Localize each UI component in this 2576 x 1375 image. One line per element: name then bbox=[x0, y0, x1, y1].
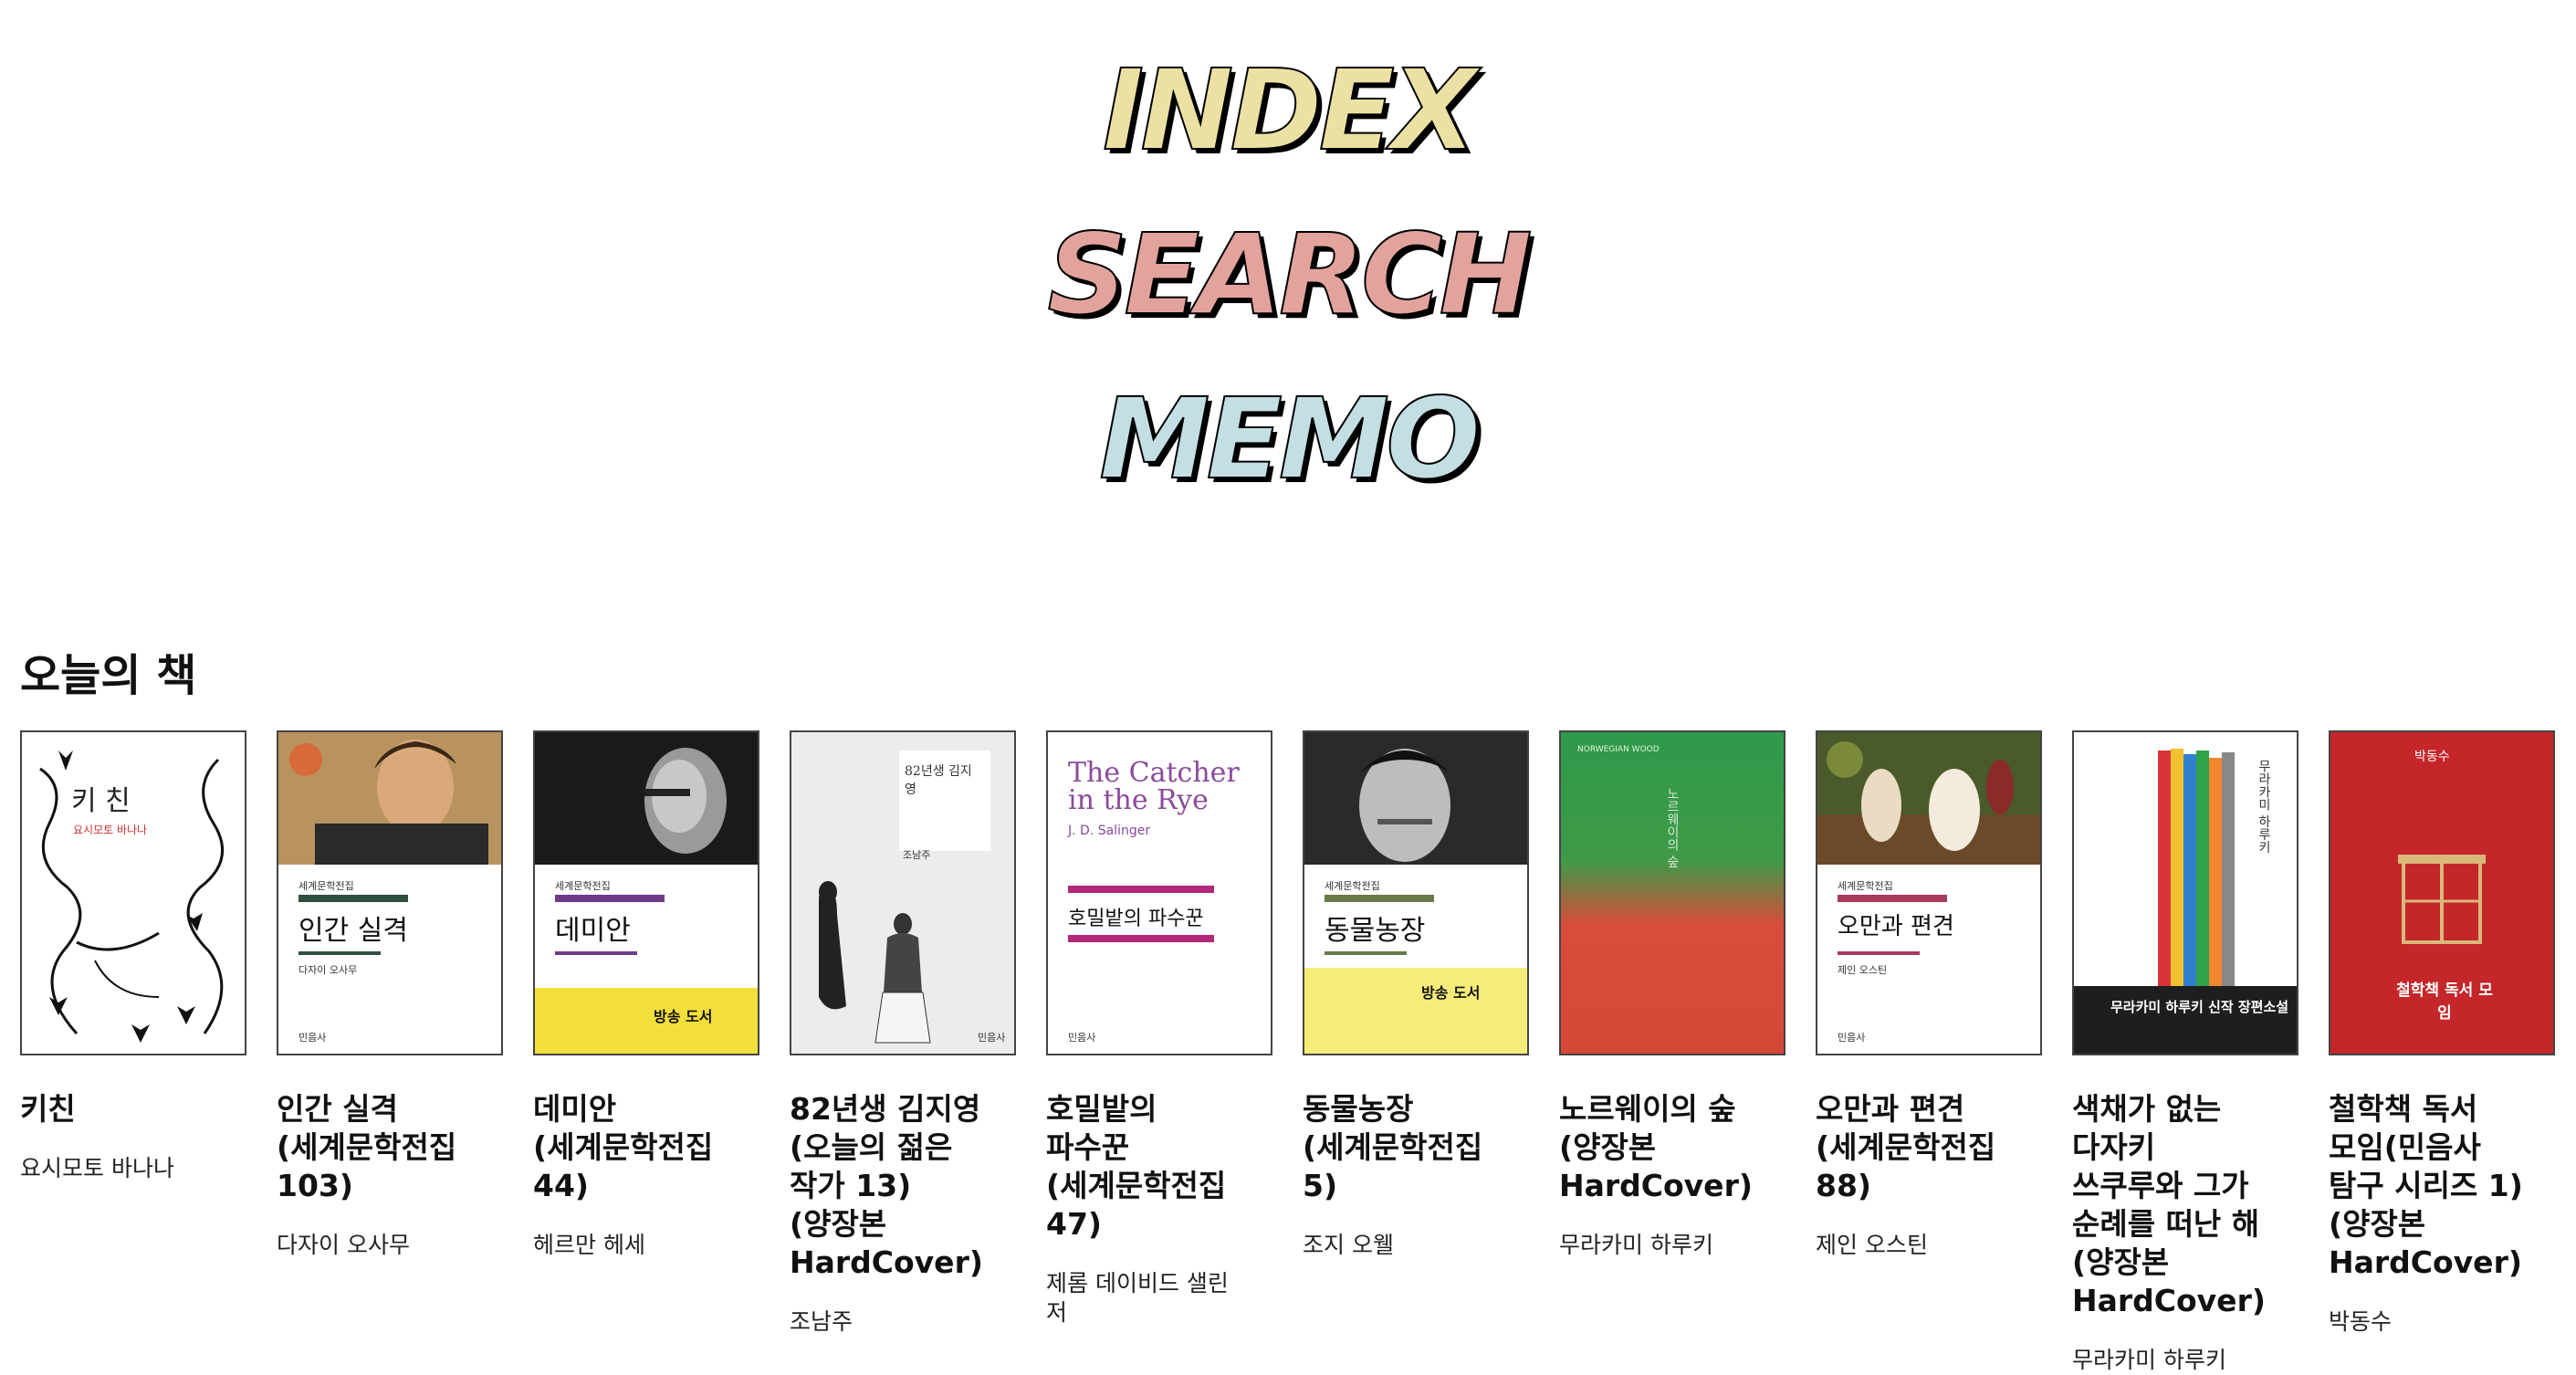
cover-stripe bbox=[1068, 935, 1214, 942]
broadcast-banner bbox=[1304, 968, 1527, 1054]
book-author: 요시모토 바나나 bbox=[20, 1155, 174, 1181]
book-cover[interactable]: NORWEGIAN WOOD 노르웨이의 숲 bbox=[1559, 730, 1785, 1055]
cover-title: The Catcher in the Rye bbox=[1068, 757, 1240, 816]
book-author: 제롬 데이비드 샐린저 bbox=[1046, 1270, 1229, 1326]
cover-stripe bbox=[1325, 951, 1407, 955]
cover-stripe bbox=[555, 951, 637, 955]
book-title[interactable]: 철학책 독서 모임(민음사 탐구 시리즈 1)(양장본 HardCover) bbox=[2329, 1090, 2529, 1282]
publisher-logo: 민음사 bbox=[298, 1032, 327, 1044]
book-card[interactable]: NORWEGIAN WOOD 노르웨이의 숲 노르웨이의 숲(양장본 HardC… bbox=[1559, 730, 1785, 1260]
painting-art bbox=[1817, 732, 2040, 865]
book-author: 무라카미 하루키 bbox=[1559, 1232, 1713, 1258]
cover-stripe bbox=[555, 895, 665, 902]
cover-subtitle: NORWEGIAN WOOD bbox=[1577, 745, 1660, 754]
book-author: 무라카미 하루키 bbox=[2072, 1347, 2226, 1373]
book-author: 조남주 bbox=[790, 1308, 853, 1335]
book-title[interactable]: 호밀밭의 파수꾼(세계문학전집 47) bbox=[1046, 1090, 1247, 1244]
cover-stripe bbox=[298, 895, 408, 902]
series-label: 세계문학전집 bbox=[1325, 880, 1380, 892]
book-cover[interactable]: 세계문학전집 데미안 방송 도서 bbox=[533, 730, 759, 1055]
book-title[interactable]: 인간 실격(세계문학전집 103) bbox=[277, 1090, 477, 1205]
cover-stripe bbox=[298, 951, 381, 955]
book-title[interactable]: 82년생 김지영(오늘의 젊은 작가 13)(양장본 HardCover) bbox=[790, 1090, 990, 1282]
portrait-art bbox=[278, 732, 501, 865]
cover-painting bbox=[278, 732, 501, 865]
cover-author-en: J. D. Salinger bbox=[1068, 824, 1151, 838]
book-cover[interactable]: The Catcher in the Rye J. D. Salinger 호밀… bbox=[1046, 730, 1272, 1055]
cover-stripe bbox=[1325, 895, 1434, 902]
cover-author: 무라카미 하루키 bbox=[2257, 760, 2271, 854]
cover-title: 오만과 편견 bbox=[1838, 913, 1954, 940]
series-label: 세계문학전집 bbox=[555, 880, 611, 892]
cover-stripe bbox=[1838, 895, 1947, 902]
book-author: 제인 오스틴 bbox=[1816, 1232, 1928, 1258]
nav-index-link[interactable]: INDEX bbox=[0, 54, 2576, 167]
book-author: 조지 오웰 bbox=[1303, 1232, 1394, 1258]
section-title: 오늘의 책 bbox=[20, 650, 197, 701]
cover-title: 인간 실격 bbox=[298, 915, 408, 947]
book-card[interactable]: 박동수 철학책 독서 모임 철학책 독서 모임(민음사 탐구 시리즈 1)(양장… bbox=[2329, 730, 2555, 1337]
banner-text: 방송 도서 bbox=[654, 1008, 713, 1025]
portrait-art bbox=[535, 732, 758, 865]
book-cover[interactable]: 세계문학전집 동물농장 방송 도서 bbox=[1303, 730, 1529, 1055]
nav-search-link[interactable]: SEARCH bbox=[0, 218, 2576, 331]
portrait-art bbox=[1304, 732, 1527, 865]
kitchen-cover-art bbox=[22, 732, 245, 1054]
cover-stripe bbox=[1838, 951, 1920, 955]
cover-title: 동물농장 bbox=[1325, 915, 1426, 947]
series-label: 세계문학전집 bbox=[298, 880, 354, 892]
cover-title: 노르웨이의 숲 bbox=[1665, 787, 1680, 868]
cover-title: 키 친 bbox=[71, 785, 131, 817]
book-card[interactable]: 키 친 요시모토 바나나 키친 요시모토 바나나 bbox=[20, 730, 246, 1183]
book-card[interactable]: 세계문학전집 인간 실격 다자이 오사무 민음사 인간 실격(세계문학전집 10… bbox=[277, 730, 503, 1260]
cover-subtitle: 호밀밭의 파수꾼 bbox=[1068, 908, 1204, 930]
nav-memo-link[interactable]: MEMO bbox=[0, 383, 2576, 496]
publisher-logo: 민음사 bbox=[1838, 1032, 1866, 1044]
book-card[interactable]: 82년생 김지영 조남주 민음사 82년생 김지영(오늘의 젊은 작가 13)(… bbox=[790, 730, 1016, 1337]
cover-author: 조남주 bbox=[903, 849, 931, 861]
cover-author: 제인 오스틴 bbox=[1838, 964, 1888, 976]
book-author: 다자이 오사무 bbox=[277, 1232, 410, 1258]
book-cover[interactable]: 박동수 철학책 독서 모임 bbox=[2329, 730, 2555, 1055]
cover-stripe bbox=[1068, 886, 1214, 893]
broadcast-banner bbox=[535, 988, 758, 1054]
book-title[interactable]: 색채가 없는 다자키 쓰쿠루와 그가 순례를 떠난 해(양장본 HardCove… bbox=[2072, 1090, 2273, 1320]
book-list: 키 친 요시모토 바나나 키친 요시모토 바나나 세계문학전집 인간 실격 다자… bbox=[20, 730, 2567, 1373]
book-title[interactable]: 오만과 편견(세계문학전집 88) bbox=[1816, 1090, 2016, 1205]
cover-title: 철학책 독서 모임 bbox=[2396, 981, 2493, 1023]
cover-author: 요시모토 바나나 bbox=[73, 824, 148, 836]
book-cover[interactable]: 82년생 김지영 조남주 민음사 bbox=[790, 730, 1016, 1055]
book-cover[interactable]: 세계문학전집 오만과 편견 제인 오스틴 민음사 bbox=[1816, 730, 2042, 1055]
book-title[interactable]: 노르웨이의 숲(양장본 HardCover) bbox=[1559, 1090, 1760, 1205]
book-card[interactable]: 세계문학전집 오만과 편견 제인 오스틴 민음사 오만과 편견(세계문학전집 8… bbox=[1816, 730, 2042, 1260]
book-card[interactable]: 세계문학전집 동물농장 방송 도서 동물농장(세계문학전집 5) 조지 오웰 bbox=[1303, 730, 1529, 1260]
book-title[interactable]: 키친 bbox=[20, 1090, 221, 1128]
book-author: 박동수 bbox=[2329, 1308, 2393, 1335]
book-author: 헤르만 헤세 bbox=[533, 1232, 645, 1258]
book-title[interactable]: 데미안(세계문학전집 44) bbox=[533, 1090, 734, 1205]
book-cover[interactable]: 세계문학전집 인간 실격 다자이 오사무 민음사 bbox=[277, 730, 503, 1055]
cover-author: 다자이 오사무 bbox=[298, 964, 358, 976]
series-label: 세계문학전집 bbox=[1838, 880, 1893, 892]
book-title[interactable]: 동물농장(세계문학전집 5) bbox=[1303, 1090, 1503, 1205]
book-cover[interactable]: 무라카미 하루키 신작 장편소설 무라카미 하루키 bbox=[2072, 730, 2299, 1055]
book-card[interactable]: The Catcher in the Rye J. D. Salinger 호밀… bbox=[1046, 730, 1272, 1328]
figure-art bbox=[819, 881, 931, 1044]
book-card[interactable]: 무라카미 하루키 신작 장편소설 무라카미 하루키 색채가 없는 다자키 쓰쿠루… bbox=[2072, 730, 2299, 1375]
publisher-logo: 민음사 bbox=[1068, 1032, 1096, 1044]
cover-title: 데미안 bbox=[555, 915, 631, 947]
book-cover[interactable]: 키 친 요시모토 바나나 bbox=[20, 730, 246, 1055]
cover-title: 무라카미 하루키 신작 장편소설 bbox=[2110, 999, 2289, 1015]
publisher-logo: 민음사 bbox=[978, 1032, 1006, 1044]
banner-text: 방송 도서 bbox=[1421, 984, 1481, 1002]
book-card[interactable]: 세계문학전집 데미안 방송 도서 데미안(세계문학전집 44) 헤르만 헤세 bbox=[533, 730, 759, 1260]
